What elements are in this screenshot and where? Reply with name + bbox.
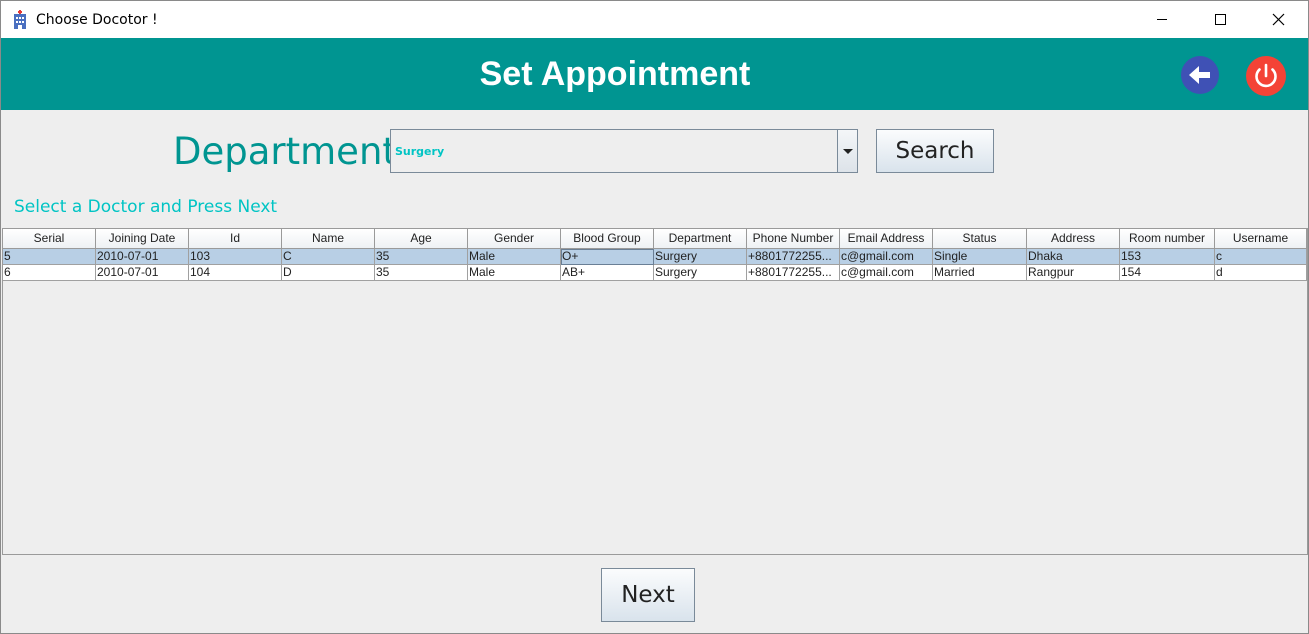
close-icon	[1272, 13, 1284, 26]
chevron-down-icon	[842, 148, 853, 154]
department-dropdown[interactable]: Surgery	[390, 129, 858, 173]
cell-address[interactable]: Dhaka	[1027, 249, 1120, 265]
column-header-room-number[interactable]: Room number	[1120, 229, 1215, 249]
cell-gender[interactable]: Male	[468, 249, 561, 265]
power-button[interactable]	[1246, 56, 1286, 96]
column-header-blood-group[interactable]: Blood Group	[561, 229, 654, 249]
cell-status[interactable]: Single	[933, 249, 1027, 265]
window-title: Choose Docotor !	[36, 12, 158, 28]
arrow-left-icon	[1189, 66, 1210, 84]
cell-gender[interactable]: Male	[468, 265, 561, 281]
cell-address[interactable]: Rangpur	[1027, 265, 1120, 281]
cell-department[interactable]: Surgery	[654, 249, 747, 265]
column-header-joining-date[interactable]: Joining Date	[96, 229, 189, 249]
table-body: 5 2010-07-01 103 C 35 Male O+ Surgery +880177225…	[3, 249, 1307, 281]
cell-age[interactable]: 35	[375, 249, 468, 265]
cell-username[interactable]: c	[1215, 249, 1307, 265]
cell-blood-group[interactable]: AB+	[561, 265, 654, 281]
cell-status[interactable]: Married	[933, 265, 1027, 281]
column-header-age[interactable]: Age	[375, 229, 468, 249]
column-header-address[interactable]: Address	[1027, 229, 1120, 249]
title-bar: Choose Docotor !	[1, 1, 1308, 38]
cell-joining-date[interactable]: 2010-07-01	[96, 265, 189, 281]
maximize-button[interactable]	[1191, 1, 1249, 38]
close-button[interactable]	[1249, 1, 1307, 38]
column-header-serial[interactable]: Serial	[3, 229, 96, 249]
cell-department[interactable]: Surgery	[654, 265, 747, 281]
cell-blood-group[interactable]: O+	[561, 249, 654, 265]
column-header-name[interactable]: Name	[282, 229, 375, 249]
cell-id[interactable]: 104	[189, 265, 282, 281]
table-header: Serial Joining Date Id Name Age Gender Blood G…	[3, 229, 1307, 249]
minimize-button[interactable]	[1133, 1, 1191, 38]
column-header-username[interactable]: Username	[1215, 229, 1307, 249]
hospital-icon	[14, 10, 26, 29]
column-header-department[interactable]: Department	[654, 229, 747, 249]
instruction-text: Select a Doctor and Press Next	[14, 197, 278, 217]
minimize-icon	[1157, 19, 1167, 20]
cell-name[interactable]: D	[282, 265, 375, 281]
page-title: Set Appointment	[479, 55, 751, 93]
table-row[interactable]: 6 2010-07-01 104 D 35 Male AB+ Surgery +88017722…	[3, 265, 1307, 281]
department-label: Department	[173, 130, 397, 173]
cell-phone-number[interactable]: +8801772255...	[747, 265, 840, 281]
dropdown-arrow-button[interactable]	[837, 130, 857, 172]
column-header-id[interactable]: Id	[189, 229, 282, 249]
cell-room-number[interactable]: 153	[1120, 249, 1215, 265]
cell-email-address[interactable]: c@gmail.com	[840, 249, 933, 265]
department-selected-value: Surgery	[395, 145, 445, 158]
doctor-table: Serial Joining Date Id Name Age Gender Blood G…	[2, 228, 1308, 555]
cell-serial[interactable]: 6	[3, 265, 96, 281]
cell-phone-number[interactable]: +8801772255...	[747, 249, 840, 265]
app-window: Choose Docotor ! Set Appointment Departm…	[0, 0, 1309, 634]
column-header-gender[interactable]: Gender	[468, 229, 561, 249]
column-header-phone-number[interactable]: Phone Number	[747, 229, 840, 249]
column-header-email-address[interactable]: Email Address	[840, 229, 933, 249]
column-header-status[interactable]: Status	[933, 229, 1027, 249]
cell-room-number[interactable]: 154	[1120, 265, 1215, 281]
cell-age[interactable]: 35	[375, 265, 468, 281]
power-icon	[1255, 63, 1277, 88]
page-header: Set Appointment	[1, 38, 1308, 110]
cell-id[interactable]: 103	[189, 249, 282, 265]
table-row[interactable]: 5 2010-07-01 103 C 35 Male O+ Surgery +880177225…	[3, 249, 1307, 265]
cell-joining-date[interactable]: 2010-07-01	[96, 249, 189, 265]
cell-username[interactable]: d	[1215, 265, 1307, 281]
cell-name[interactable]: C	[282, 249, 375, 265]
maximize-icon	[1214, 14, 1226, 25]
next-button[interactable]: Next	[601, 568, 695, 622]
cell-serial[interactable]: 5	[3, 249, 96, 265]
search-button[interactable]: Search	[876, 129, 994, 173]
cell-email-address[interactable]: c@gmail.com	[840, 265, 933, 281]
back-button[interactable]	[1181, 56, 1219, 94]
